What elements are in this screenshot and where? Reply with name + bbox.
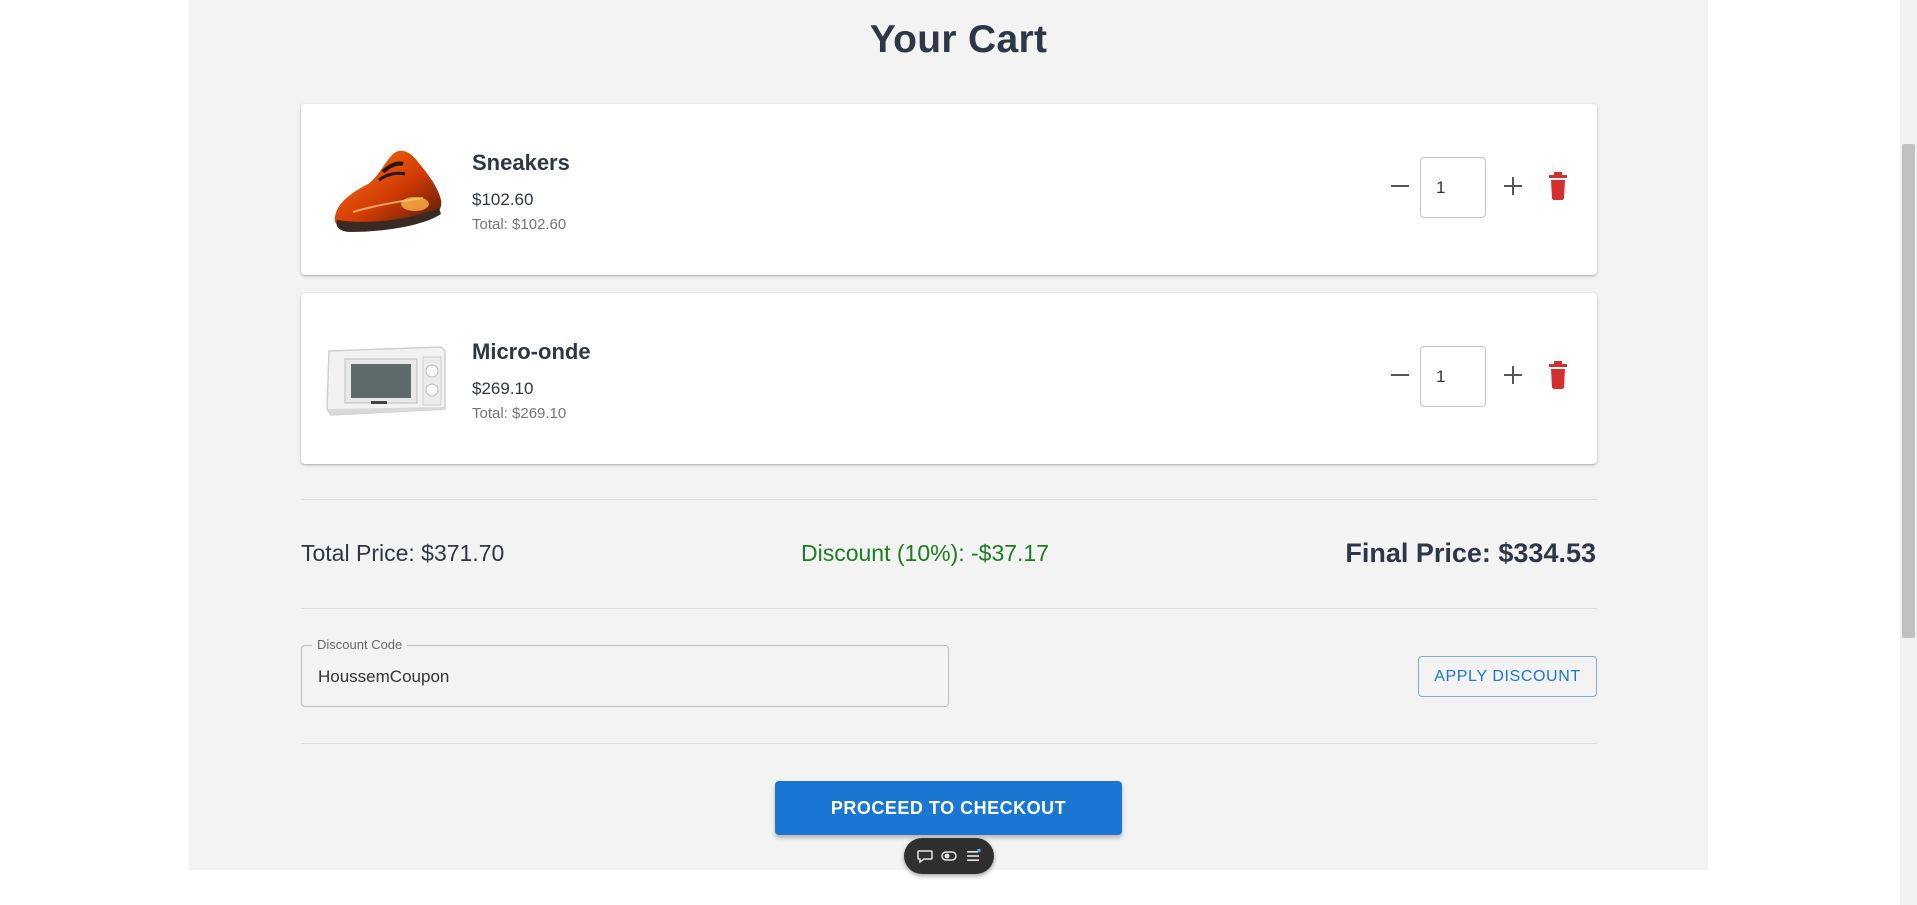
trash-icon[interactable] — [1544, 171, 1572, 201]
cart-item-card: Micro-onde $269.10 Total: $269.10 — [301, 293, 1597, 464]
checkout-button[interactable]: PROCEED TO CHECKOUT — [775, 781, 1122, 835]
total-price: Total Price: $371.70 — [301, 540, 505, 566]
minus-icon[interactable] — [1386, 361, 1414, 389]
list-icon[interactable] — [964, 847, 982, 865]
plus-icon[interactable] — [1499, 172, 1527, 200]
item-line-total: Total: $102.60 — [472, 216, 567, 233]
quantity-input[interactable] — [1420, 157, 1486, 218]
chat-bubble-icon[interactable] — [916, 847, 934, 865]
item-name: Micro-onde — [472, 339, 591, 364]
item-price: $269.10 — [472, 379, 534, 398]
item-name: Sneakers — [472, 150, 570, 175]
floating-toolbar — [904, 838, 994, 874]
page-title: Your Cart — [869, 18, 1048, 61]
final-price: Final Price: $334.53 — [1345, 538, 1596, 568]
microwave-product-image — [326, 346, 446, 416]
divider — [301, 499, 1597, 500]
minus-icon[interactable] — [1386, 172, 1414, 200]
discount-code-input[interactable] — [316, 646, 940, 708]
divider — [301, 743, 1597, 744]
plus-icon[interactable] — [1499, 361, 1527, 389]
item-line-total: Total: $269.10 — [472, 405, 567, 422]
discount-amount: Discount (10%): -$37.17 — [801, 540, 1050, 566]
discount-code-field: Discount Code — [301, 637, 949, 708]
toggle-icon[interactable] — [940, 847, 958, 865]
scrollbar-thumb[interactable] — [1902, 144, 1915, 638]
trash-icon[interactable] — [1544, 360, 1572, 390]
divider — [301, 608, 1597, 609]
apply-discount-button[interactable]: APPLY DISCOUNT — [1418, 656, 1597, 697]
sneaker-product-image — [334, 150, 442, 232]
item-price: $102.60 — [472, 190, 534, 209]
cart-item-card: Sneakers $102.60 Total: $102.60 — [301, 104, 1597, 275]
quantity-input[interactable] — [1420, 346, 1486, 407]
